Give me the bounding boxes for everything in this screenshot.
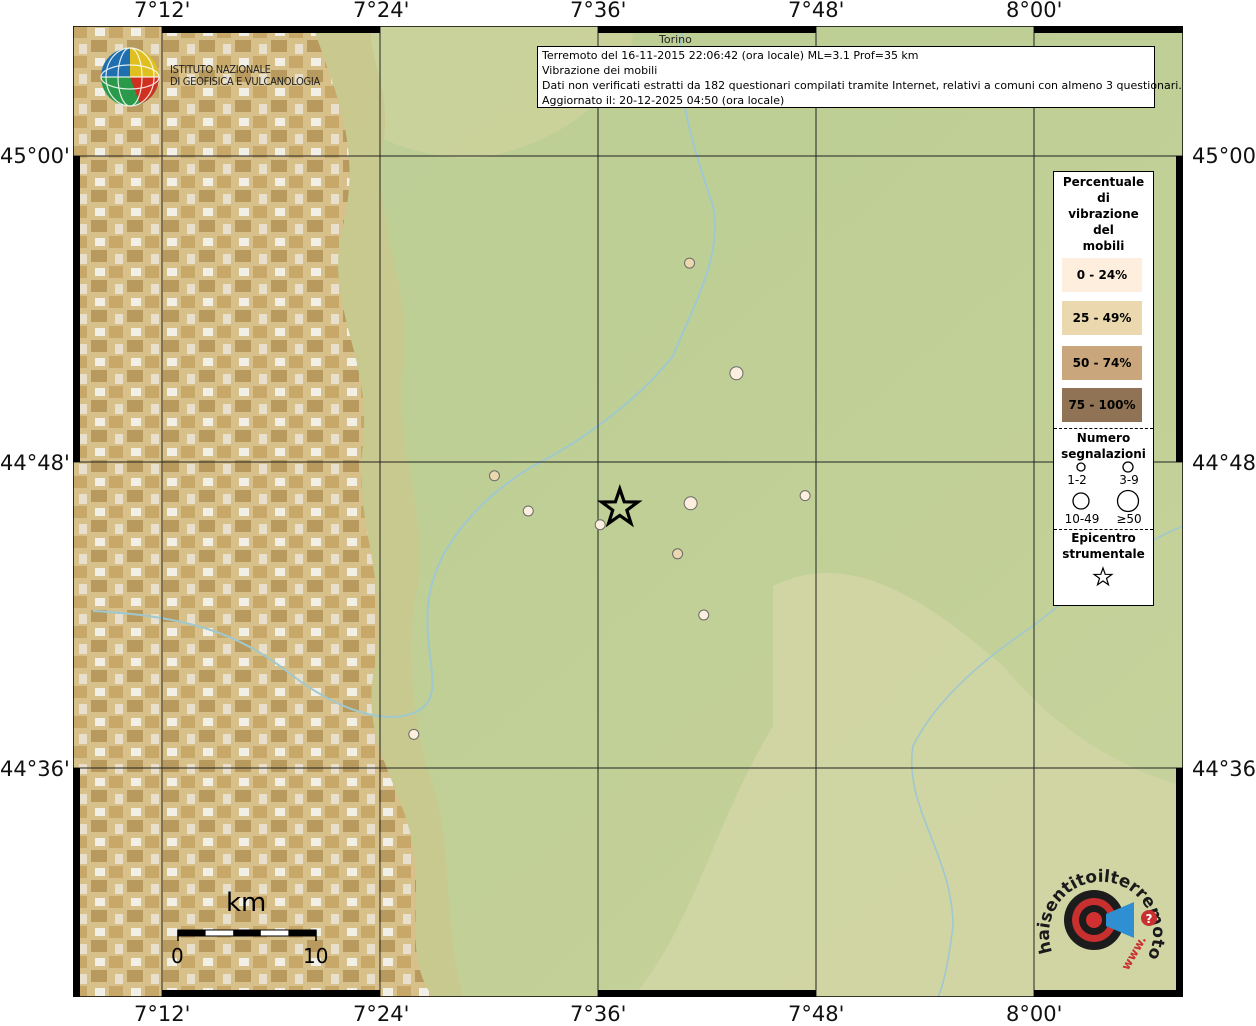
- legend-class-4-label: 75 - 100%: [1068, 398, 1136, 412]
- lon-label-top-2: 7°24': [353, 0, 410, 22]
- map-canvas[interactable]: Torino: [73, 26, 1183, 997]
- legend-class-3-label: 50 - 74%: [1072, 356, 1132, 370]
- legend: Percentuale di vibrazione del mobili 0 -…: [1053, 171, 1154, 606]
- lon-label-top-1: 7°12': [134, 0, 191, 22]
- lon-label-bottom-2: 7°24': [353, 1002, 410, 1026]
- lat-label-right-1: 45°00': [1192, 144, 1256, 168]
- count-title-1: Numero: [1076, 431, 1131, 445]
- ingv-name-line2: DI GEOFISICA E VULCANOLOGIA: [170, 75, 320, 88]
- legend-class-1: 0 - 24%: [1062, 258, 1142, 292]
- count-label-2: 3-9: [1119, 473, 1139, 487]
- legend-title-2: di: [1097, 191, 1110, 205]
- lat-label-right-3: 44°36': [1192, 757, 1256, 781]
- data-note: Dati non verificati estratti da 182 ques…: [542, 79, 1182, 92]
- lon-label-top-3: 7°36': [570, 0, 627, 22]
- ingv-name: ISTITUTO NAZIONALE DI GEOFISICA E VULCAN…: [170, 64, 320, 88]
- scale-min: 0: [171, 944, 184, 968]
- observation-point-5[interactable]: [594, 519, 606, 531]
- lon-label-top-5: 8°00': [1006, 0, 1063, 22]
- legend-class-2: 25 - 49%: [1062, 301, 1142, 335]
- lat-label-left-3: 44°36': [0, 757, 70, 781]
- count-symbols-large: [1072, 489, 1140, 513]
- observation-point-3[interactable]: [488, 470, 500, 482]
- legend-title-3: vibrazione: [1068, 207, 1139, 221]
- lon-label-bottom-3: 7°36': [570, 1002, 627, 1026]
- observation-point-8[interactable]: [672, 548, 684, 560]
- epicenter-legend-star-icon: [1092, 566, 1114, 587]
- scale-unit: km: [226, 888, 267, 918]
- observation-point-1[interactable]: [684, 257, 696, 269]
- count-label-1: 1-2: [1067, 473, 1087, 487]
- observation-point-4[interactable]: [522, 505, 534, 517]
- haisentito-logo[interactable]: haisentitoilterremoto.it www. ?: [1036, 856, 1166, 981]
- count-label-4: ≥50: [1116, 512, 1142, 526]
- legend-class-4: 75 - 100%: [1062, 388, 1142, 422]
- lat-label-left-1: 45°00': [0, 144, 70, 168]
- question-mark: ?: [1146, 912, 1153, 926]
- target-icon: [1064, 890, 1134, 950]
- observation-point-6[interactable]: [683, 496, 698, 511]
- count-label-3: 10-49: [1064, 512, 1100, 526]
- epi-title-1: Epicentro: [1071, 531, 1136, 545]
- legend-title-1: Percentuale: [1062, 175, 1145, 189]
- legend-class-3: 50 - 74%: [1062, 346, 1142, 380]
- scale-bar: [177, 929, 317, 941]
- observation-point-10[interactable]: [408, 728, 420, 740]
- observation-point-9[interactable]: [698, 609, 710, 621]
- scale-max: 10: [303, 944, 329, 968]
- lon-label-top-4: 7°48': [788, 0, 845, 22]
- observation-point-2[interactable]: [729, 366, 744, 381]
- lon-label-bottom-4: 7°48': [788, 1002, 845, 1026]
- globe-icon: [100, 47, 160, 107]
- count-symbols-small: [1076, 461, 1134, 473]
- map-parameter: Vibrazione dei mobili: [542, 64, 658, 77]
- lon-label-bottom-5: 8°00': [1006, 1002, 1063, 1026]
- event-title: Terremoto del 16-11-2015 22:06:42 (ora l…: [542, 49, 919, 62]
- legend-divider-1: [1054, 428, 1153, 429]
- event-info-box: Terremoto del 16-11-2015 22:06:42 (ora l…: [537, 46, 1182, 108]
- observation-point-7[interactable]: [799, 490, 811, 502]
- update-time: Aggiornato il: 20-12-2025 04:50 (ora loc…: [542, 94, 785, 107]
- lon-label-bottom-1: 7°12': [134, 1002, 191, 1026]
- lat-label-right-2: 44°48': [1192, 451, 1256, 475]
- legend-title-4: del: [1093, 223, 1114, 237]
- legend-title-5: mobili: [1082, 239, 1125, 253]
- legend-class-1-label: 0 - 24%: [1076, 268, 1128, 282]
- lat-label-left-2: 44°48': [0, 451, 70, 475]
- city-label-torino: Torino: [658, 33, 692, 46]
- legend-class-2-label: 25 - 49%: [1072, 311, 1132, 325]
- epi-title-2: strumentale: [1062, 547, 1145, 561]
